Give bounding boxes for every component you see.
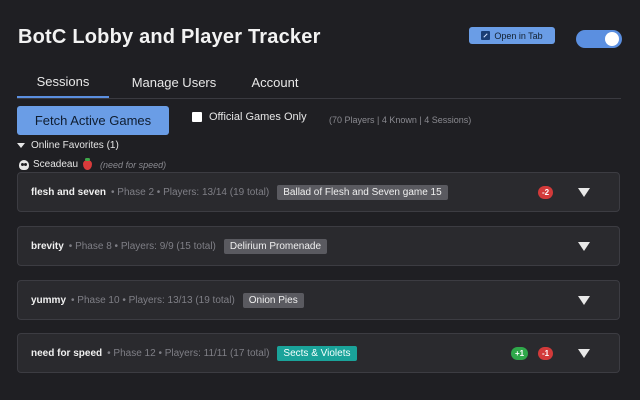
- session-card[interactable]: brevity • Phase 8 • Players: 9/9 (15 tot…: [17, 226, 620, 266]
- online-favorites-header: Online Favorites (1): [31, 140, 119, 151]
- tab-bar: Sessions Manage Users Account: [17, 66, 621, 99]
- tab-manage-users[interactable]: Manage Users: [109, 66, 239, 98]
- online-favorites-toggle[interactable]: Online Favorites (1): [17, 140, 119, 151]
- session-card[interactable]: flesh and seven • Phase 2 • Players: 13/…: [17, 172, 620, 212]
- official-games-only-option[interactable]: Official Games Only: [192, 111, 307, 123]
- player-diff-badge: -1: [538, 347, 554, 360]
- session-card[interactable]: yummy • Phase 10 • Players: 13/13 (19 to…: [17, 280, 620, 320]
- player-diff-badge: -2: [538, 186, 554, 199]
- session-meta: • Phase 2 • Players: 13/14 (19 total): [111, 186, 270, 198]
- session-name: need for speed: [31, 347, 103, 359]
- script-tag: Onion Pies: [242, 292, 304, 308]
- session-card[interactable]: need for speed • Phase 12 • Players: 11/…: [17, 333, 620, 373]
- session-name: yummy: [31, 294, 67, 306]
- favorite-player: Sceadeau (need for speed): [19, 157, 167, 170]
- fetch-active-games-button[interactable]: Fetch Active Games: [17, 106, 169, 135]
- open-in-tab-label: Open in Tab: [494, 30, 543, 41]
- chevron-down-icon[interactable]: [578, 296, 590, 305]
- session-name: brevity: [31, 240, 64, 252]
- favorite-player-name: Sceadeau: [33, 159, 79, 170]
- toggle-knob: [605, 32, 619, 46]
- chevron-down-icon[interactable]: [578, 188, 590, 197]
- chevron-down-icon[interactable]: [578, 349, 590, 358]
- caret-down-icon: [17, 143, 25, 148]
- strawberry-icon: [83, 157, 93, 170]
- tab-sessions[interactable]: Sessions: [17, 66, 109, 98]
- script-tag: Ballad of Flesh and Seven game 15: [277, 184, 448, 200]
- skull-icon: [19, 159, 29, 170]
- session-meta: • Phase 8 • Players: 9/9 (15 total): [68, 240, 216, 252]
- open-external-icon: [481, 31, 491, 40]
- tab-account[interactable]: Account: [239, 66, 311, 98]
- enable-toggle[interactable]: [576, 30, 622, 48]
- favorite-player-session: (need for speed): [100, 159, 167, 170]
- session-meta: • Phase 12 • Players: 11/11 (17 total): [107, 347, 270, 359]
- app-title: BotC Lobby and Player Tracker: [18, 26, 321, 48]
- session-stats: (70 Players | 4 Known | 4 Sessions): [329, 115, 472, 125]
- script-tag: Delirium Promenade: [223, 238, 328, 254]
- session-meta: • Phase 10 • Players: 13/13 (19 total): [71, 294, 235, 306]
- open-in-tab-button[interactable]: Open in Tab: [469, 27, 555, 44]
- official-games-only-checkbox[interactable]: [192, 112, 202, 122]
- script-tag: Sects & Violets: [277, 345, 357, 361]
- chevron-down-icon[interactable]: [578, 242, 590, 251]
- official-games-only-label: Official Games Only: [209, 111, 307, 123]
- session-name: flesh and seven: [31, 186, 107, 198]
- player-diff-badge: +1: [511, 347, 529, 360]
